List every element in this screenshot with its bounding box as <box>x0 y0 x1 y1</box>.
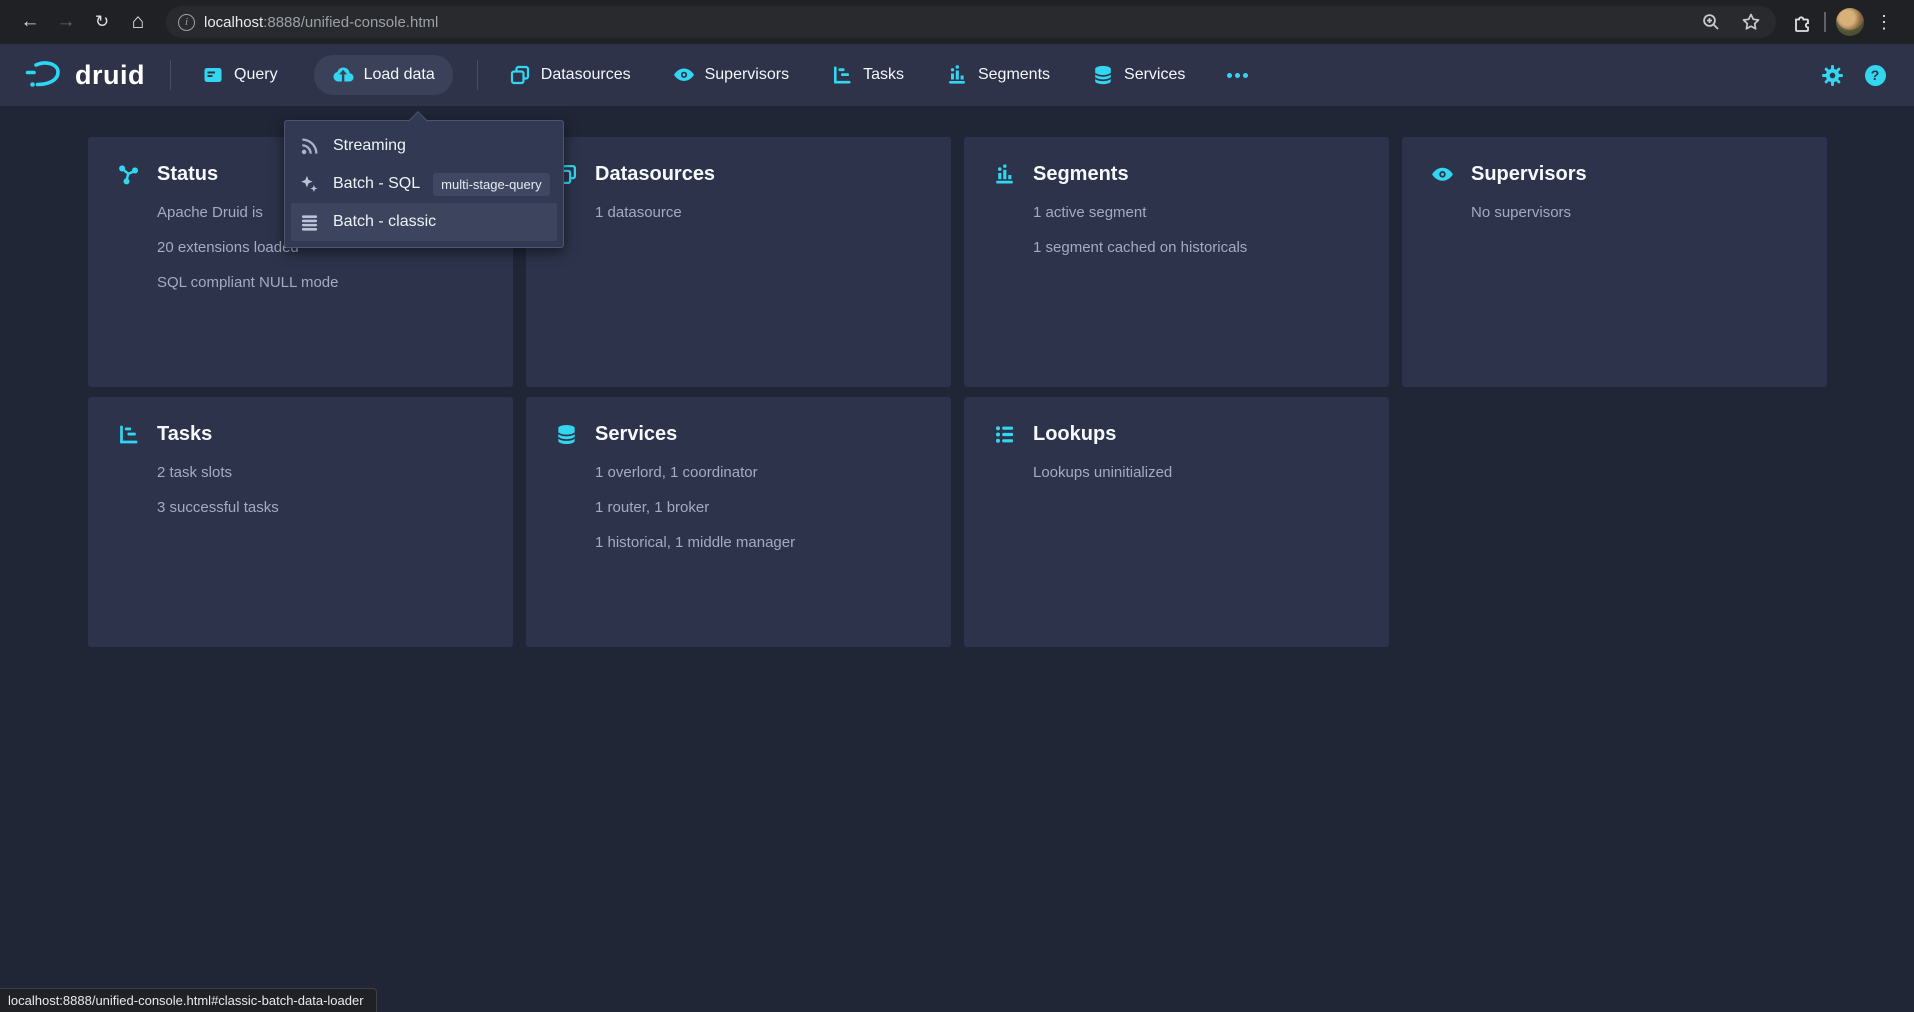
status-line: SQL compliant NULL mode <box>157 272 489 294</box>
link-status-text: localhost:8888/unified-console.html#clas… <box>8 993 364 1008</box>
druid-logo[interactable]: druid <box>24 59 145 91</box>
services-line: 1 historical, 1 middle manager <box>595 532 927 554</box>
zoom-icon[interactable] <box>1698 9 1724 35</box>
card-title: Segments <box>1033 163 1129 186</box>
nav-item-label: Query <box>234 66 278 84</box>
browser-forward-button[interactable]: → <box>50 6 82 38</box>
chrome-divider <box>1824 12 1826 32</box>
link-status-bar: localhost:8888/unified-console.html#clas… <box>0 988 377 1012</box>
eye-icon <box>673 64 695 86</box>
browser-menu-icon[interactable]: ⋮ <box>1868 6 1900 38</box>
segments-line: 1 segment cached on historicals <box>1033 237 1365 259</box>
menu-item-batch-sql[interactable]: Batch - SQL multi-stage-query <box>291 165 557 203</box>
browser-reload-button[interactable]: ↻ <box>86 6 118 38</box>
services-line: 1 router, 1 broker <box>595 497 927 519</box>
services-card[interactable]: Services 1 overlord, 1 coordinator 1 rou… <box>526 397 951 647</box>
nav-item-query[interactable]: Query <box>196 55 284 95</box>
tasks-line: 2 task slots <box>157 462 489 484</box>
druid-logo-text: druid <box>75 60 145 91</box>
supervisors-line: No supervisors <box>1471 202 1803 224</box>
browser-back-button[interactable]: ← <box>14 6 46 38</box>
card-title: Services <box>595 423 677 446</box>
graph-network-icon <box>117 163 140 186</box>
supervisors-card[interactable]: Supervisors No supervisors <box>1402 137 1827 387</box>
menu-item-label: Batch - SQL <box>333 175 420 193</box>
site-info-icon[interactable]: i <box>178 14 195 31</box>
nav-item-label: Segments <box>978 66 1050 84</box>
extensions-icon[interactable] <box>1788 9 1814 35</box>
nav-item-load-data[interactable]: Load data <box>314 55 453 95</box>
bar-chart-icon <box>946 64 968 86</box>
properties-list-icon <box>993 423 1016 446</box>
gantt-chart-icon <box>831 64 853 86</box>
nav-more-button[interactable] <box>1221 64 1254 87</box>
query-console-icon <box>202 64 224 86</box>
more-dot <box>1243 73 1248 78</box>
datasources-stack-icon <box>509 64 531 86</box>
settings-gear-icon[interactable] <box>1819 62 1845 88</box>
nav-item-services[interactable]: Services <box>1086 55 1191 95</box>
nav-item-supervisors[interactable]: Supervisors <box>667 55 795 95</box>
tasks-card[interactable]: Tasks 2 task slots 3 successful tasks <box>88 397 513 647</box>
nav-item-label: Supervisors <box>705 66 789 84</box>
menu-item-label: Streaming <box>333 137 406 155</box>
nav-item-label: Load data <box>364 66 435 84</box>
nav-item-segments[interactable]: Segments <box>940 55 1056 95</box>
eye-icon <box>1431 163 1454 186</box>
browser-chrome: ← → ↻ ⌂ i localhost:8888/unified-console… <box>0 0 1914 44</box>
cloud-upload-icon <box>332 64 354 86</box>
more-dot <box>1227 73 1232 78</box>
tasks-line: 3 successful tasks <box>157 497 489 519</box>
sparkles-icon <box>299 174 320 195</box>
segments-card[interactable]: Segments 1 active segment 1 segment cach… <box>964 137 1389 387</box>
segments-line: 1 active segment <box>1033 202 1365 224</box>
list-rows-icon <box>299 212 320 233</box>
card-title: Supervisors <box>1471 163 1587 186</box>
services-line: 1 overlord, 1 coordinator <box>595 462 927 484</box>
browser-home-button[interactable]: ⌂ <box>122 6 154 38</box>
card-title: Datasources <box>595 163 715 186</box>
card-title: Status <box>157 163 218 186</box>
nav-item-datasources[interactable]: Datasources <box>503 55 637 95</box>
druid-logo-icon <box>24 59 66 91</box>
address-bar[interactable]: i localhost:8888/unified-console.html <box>166 6 1776 38</box>
datasources-card[interactable]: Datasources 1 datasource <box>526 137 951 387</box>
nav-item-label: Tasks <box>863 66 904 84</box>
menu-item-streaming[interactable]: Streaming <box>291 127 557 165</box>
lookups-card[interactable]: Lookups Lookups uninitialized <box>964 397 1389 647</box>
feed-icon <box>299 136 320 157</box>
url-host: localhost <box>204 14 263 31</box>
bookmark-star-icon[interactable] <box>1738 9 1764 35</box>
help-icon[interactable]: ? <box>1862 62 1888 88</box>
database-icon <box>555 423 578 446</box>
druid-navbar: druid Query Load data Datasources Superv… <box>0 44 1914 106</box>
navbar-divider <box>170 60 171 90</box>
multi-stage-query-tag: multi-stage-query <box>433 173 549 196</box>
profile-avatar[interactable] <box>1836 8 1864 36</box>
nav-item-tasks[interactable]: Tasks <box>825 55 910 95</box>
database-icon <box>1092 64 1114 86</box>
nav-item-label: Services <box>1124 66 1185 84</box>
lookups-line: Lookups uninitialized <box>1033 462 1365 484</box>
load-data-menu: Streaming Batch - SQL multi-stage-query … <box>284 120 564 248</box>
menu-item-batch-classic[interactable]: Batch - classic <box>291 203 557 241</box>
menu-item-label: Batch - classic <box>333 213 436 231</box>
datasources-line: 1 datasource <box>595 202 927 224</box>
more-dot <box>1235 73 1240 78</box>
url-path: :8888/unified-console.html <box>263 14 438 31</box>
url-text: localhost:8888/unified-console.html <box>204 14 438 31</box>
card-title: Tasks <box>157 423 212 446</box>
bar-chart-icon <box>993 163 1016 186</box>
navbar-divider <box>477 60 478 90</box>
card-title: Lookups <box>1033 423 1116 446</box>
nav-item-label: Datasources <box>541 66 631 84</box>
gantt-chart-icon <box>117 423 140 446</box>
